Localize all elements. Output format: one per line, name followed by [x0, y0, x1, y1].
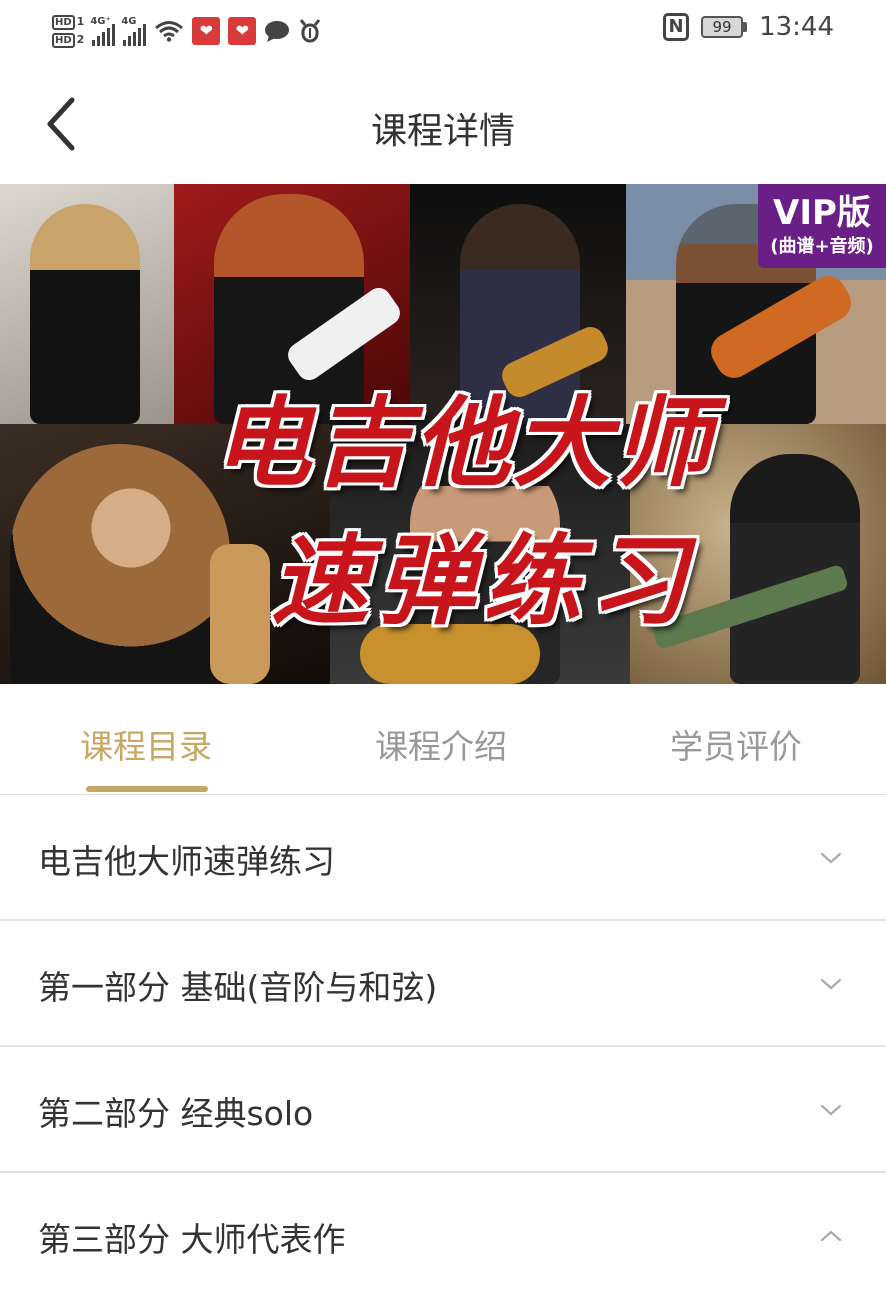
status-bar-right: N 99 13:44: [663, 12, 834, 42]
banner-headline-2: 速弹练习: [270, 524, 695, 639]
sim-indicators: HD 1 HD 2: [52, 14, 84, 48]
tab-student-reviews[interactable]: 学员评价: [670, 720, 802, 768]
sim2-hd-icon: HD 2: [52, 32, 84, 48]
title-bar: 课程详情: [0, 64, 886, 184]
message-icon: [265, 21, 290, 42]
section-row[interactable]: 第一部分 基础(音阶与和弦): [0, 921, 886, 1047]
chevron-down-icon: [820, 852, 842, 864]
app-notification-icon-2: ❤: [228, 17, 257, 45]
status-bar: HD 1 HD 2 4G⁺ 4G ❤ ❤ N 99 13:44: [0, 0, 886, 64]
battery-icon: 99: [701, 16, 748, 38]
tab-bar: 课程目录 课程介绍 学员评价: [0, 684, 886, 795]
active-tab-indicator: [86, 786, 208, 792]
page-title: 课程详情: [370, 111, 515, 152]
bug-icon: [300, 19, 321, 43]
section-row[interactable]: 第三部分 大师代表作: [0, 1173, 886, 1297]
sim1-hd-icon: HD 1: [52, 14, 84, 30]
section-title: 第三部分 大师代表作: [38, 1220, 346, 1259]
nfc-icon: N: [663, 13, 690, 41]
signal-icon-sim1: 4G⁺: [90, 16, 116, 46]
chevron-down-icon: [820, 1104, 842, 1116]
status-bar-left: HD 1 HD 2 4G⁺ 4G ❤ ❤: [52, 6, 322, 56]
banner-headline-1: 电吉他大师: [212, 386, 713, 501]
wifi-icon: [155, 21, 184, 42]
section-title: 电吉他大师速弹练习: [38, 842, 335, 881]
course-banner: VIP版 (曲谱+音频) 电吉他大师 速弹练习: [0, 184, 886, 684]
tab-course-intro[interactable]: 课程介绍: [375, 720, 507, 768]
vip-badge-title: VIP版: [773, 193, 871, 233]
vip-badge: VIP版 (曲谱+音频): [758, 184, 886, 268]
section-title: 第二部分 经典solo: [38, 1094, 314, 1133]
vip-badge-subtitle: (曲谱+音频): [770, 236, 874, 257]
app-notification-icon: ❤: [192, 17, 221, 45]
section-title: 第一部分 基础(音阶与和弦): [38, 968, 438, 1007]
chevron-up-icon: [820, 1230, 842, 1242]
clock: 13:44: [759, 12, 834, 42]
course-section-list: 电吉他大师速弹练习 第一部分 基础(音阶与和弦) 第二部分 经典solo 第三部…: [0, 795, 886, 1297]
battery-level: 99: [701, 16, 744, 38]
section-row[interactable]: 电吉他大师速弹练习: [0, 795, 886, 921]
chevron-down-icon: [820, 978, 842, 990]
section-row[interactable]: 第二部分 经典solo: [0, 1047, 886, 1173]
signal-icon-sim2: 4G: [121, 16, 147, 46]
tab-course-catalog[interactable]: 课程目录: [80, 720, 212, 768]
